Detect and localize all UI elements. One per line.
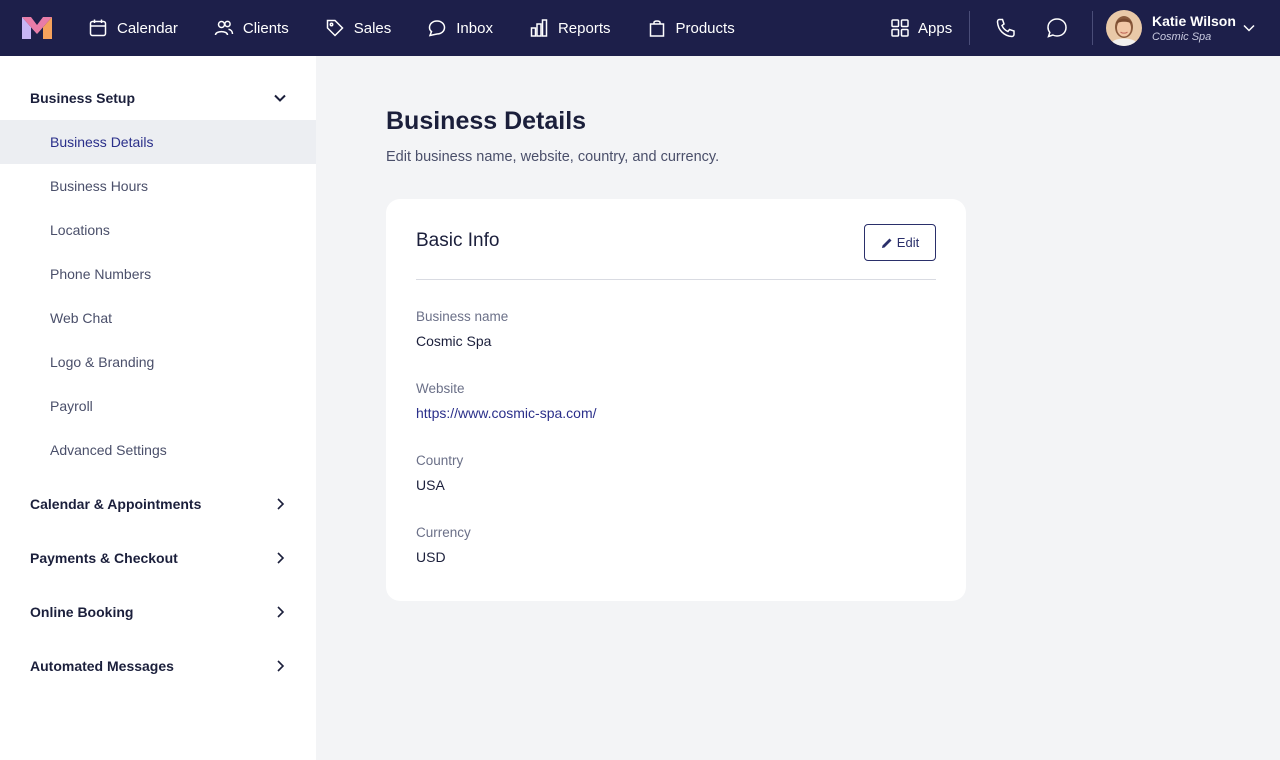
nav-products-label: Products — [675, 19, 735, 37]
sidebar-item-label: Business Hours — [50, 178, 149, 194]
chat-bubble-icon — [429, 20, 446, 37]
sidebar-item-payroll[interactable]: Payroll — [0, 384, 316, 428]
phone-icon[interactable] — [994, 16, 1018, 40]
sidebar-item-logo-branding[interactable]: Logo & Branding — [0, 340, 316, 384]
sidebar-section-label: Online Booking — [30, 604, 134, 620]
message-icon[interactable] — [1045, 16, 1069, 40]
sidebar-section-label: Calendar & Appointments — [30, 496, 202, 512]
user-menu[interactable]: Katie Wilson Cosmic Spa — [1106, 10, 1255, 46]
nav-divider — [969, 11, 970, 45]
shopping-bag-icon — [649, 20, 664, 37]
website-label: Website — [416, 381, 465, 396]
country-label: Country — [416, 453, 464, 468]
sidebar-item-phone-numbers[interactable]: Phone Numbers — [0, 252, 316, 296]
chevron-right-icon — [277, 498, 285, 510]
edit-button[interactable]: Edit — [864, 224, 936, 261]
business-name-label: Business name — [416, 309, 509, 324]
nav-reports-label: Reports — [557, 19, 611, 37]
sidebar-section-label: Payments & Checkout — [30, 550, 178, 566]
nav-sales-label: Sales — [353, 19, 392, 37]
chevron-right-icon — [277, 552, 285, 564]
edit-button-label: Edit — [896, 235, 920, 250]
apps-button[interactable]: Apps — [890, 0, 952, 56]
sidebar-item-label: Advanced Settings — [50, 442, 167, 458]
nav-inbox[interactable]: Inbox — [427, 18, 493, 38]
sidebar-section-online-booking[interactable]: Online Booking — [0, 590, 316, 634]
pencil-icon — [881, 238, 892, 248]
nav-clients-label: Clients — [242, 19, 289, 37]
country-value: USA — [416, 477, 445, 493]
nav-products[interactable]: Products — [647, 18, 735, 38]
nav-calendar[interactable]: Calendar — [88, 18, 178, 38]
sidebar-section-business-setup[interactable]: Business Setup — [0, 76, 316, 120]
tag-icon — [326, 19, 344, 37]
main-nav: Calendar Clients Sales Inbox Reports Pro… — [88, 0, 771, 56]
nav-divider — [1092, 11, 1093, 45]
user-business: Cosmic Spa — [1152, 31, 1212, 43]
card-title: Basic Info — [416, 230, 500, 251]
currency-label: Currency — [416, 525, 471, 540]
business-name-value: Cosmic Spa — [416, 333, 492, 349]
sidebar-section-label: Business Setup — [30, 90, 136, 106]
settings-sidebar: Business Setup Business Details Business… — [0, 56, 316, 760]
website-link[interactable]: https://www.cosmic-spa.com/ — [416, 405, 597, 421]
bar-chart-icon — [530, 19, 548, 37]
sidebar-section-calendar-appointments[interactable]: Calendar & Appointments — [0, 482, 316, 526]
sidebar-item-label: Phone Numbers — [50, 266, 152, 282]
sidebar-item-business-hours[interactable]: Business Hours — [0, 164, 316, 208]
nav-clients[interactable]: Clients — [214, 18, 289, 38]
chevron-right-icon — [277, 606, 285, 618]
chevron-down-icon — [1243, 24, 1255, 32]
top-nav: Calendar Clients Sales Inbox Reports Pro… — [0, 0, 1280, 56]
sidebar-section-automated-messages[interactable]: Automated Messages — [0, 644, 316, 688]
page-title: Business Details — [386, 107, 587, 135]
sidebar-item-business-details[interactable]: Business Details — [0, 120, 316, 164]
sidebar-section-payments-checkout[interactable]: Payments & Checkout — [0, 536, 316, 580]
logo-icon[interactable] — [22, 17, 52, 39]
calendar-icon — [89, 19, 107, 37]
user-name: Katie Wilson — [1152, 13, 1236, 29]
users-icon — [214, 20, 234, 36]
chevron-right-icon — [277, 660, 285, 672]
avatar — [1106, 10, 1142, 46]
sidebar-item-advanced-settings[interactable]: Advanced Settings — [0, 428, 316, 472]
grid-icon — [891, 19, 909, 37]
sidebar-item-label: Business Details — [50, 134, 154, 150]
sidebar-item-label: Locations — [50, 222, 110, 238]
currency-value: USD — [416, 549, 446, 565]
nav-reports[interactable]: Reports — [529, 18, 611, 38]
sidebar-item-label: Web Chat — [50, 310, 112, 326]
nav-inbox-label: Inbox — [456, 19, 493, 37]
sidebar-item-label: Payroll — [50, 398, 93, 414]
basic-info-card: Basic Info Edit Business name Cosmic Spa… — [386, 199, 966, 601]
page-subtitle: Edit business name, website, country, an… — [386, 149, 720, 165]
apps-label: Apps — [918, 19, 953, 37]
sidebar-item-label: Logo & Branding — [50, 354, 155, 370]
divider — [416, 279, 936, 280]
sidebar-item-locations[interactable]: Locations — [0, 208, 316, 252]
nav-sales[interactable]: Sales — [325, 18, 392, 38]
nav-calendar-label: Calendar — [117, 19, 178, 37]
sidebar-section-label: Automated Messages — [30, 658, 174, 674]
sidebar-item-web-chat[interactable]: Web Chat — [0, 296, 316, 340]
chevron-down-icon — [274, 94, 286, 102]
